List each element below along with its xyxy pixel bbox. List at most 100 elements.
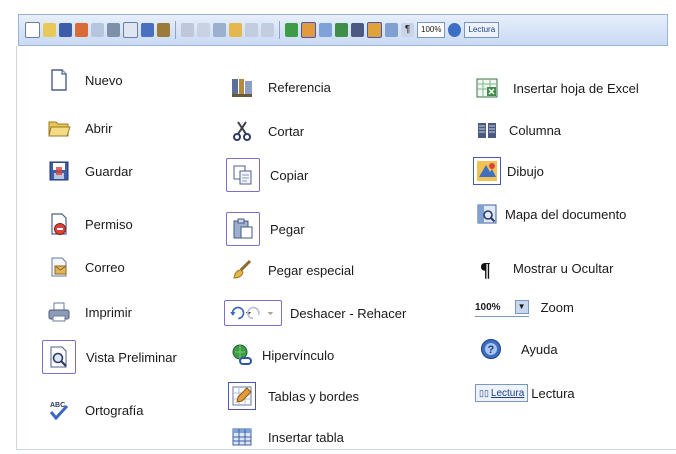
chevron-down-icon: ▼: [514, 300, 529, 314]
zoom-combobox[interactable]: 100%: [417, 22, 446, 38]
printer-icon: [45, 298, 73, 326]
help-icon[interactable]: [448, 23, 462, 37]
zoom-value: 100%: [475, 301, 501, 313]
legend-item-dibujo: Dibujo: [473, 157, 544, 185]
legend-label: Abrir: [85, 120, 113, 136]
columns-icon[interactable]: [351, 23, 364, 37]
print-preview-icon: [42, 340, 76, 374]
insert-table-icon[interactable]: [319, 23, 332, 37]
pilcrow-icon: ¶: [473, 254, 501, 282]
spelling-icon: ABC: [45, 396, 73, 424]
legend-label: Pegar especial: [268, 262, 354, 278]
lectura-button[interactable]: Lectura: [464, 22, 500, 38]
legend-item-pegar-especial: Pegar especial: [228, 256, 354, 284]
legend-item-correo: Correo: [45, 253, 125, 281]
copy-icon[interactable]: [197, 23, 210, 37]
open-folder-icon[interactable]: [43, 23, 56, 37]
legend-label: Ayuda: [521, 341, 558, 357]
legend-label: Mostrar u Ocultar: [513, 260, 614, 276]
hyperlink-icon: [228, 341, 256, 369]
columns-icon: [473, 116, 501, 144]
legend-item-guardar: Guardar: [45, 157, 133, 185]
pilcrow-icon[interactable]: ¶: [401, 23, 414, 37]
open-folder-icon: [45, 114, 73, 142]
legend-label: Insertar hoja de Excel: [513, 80, 639, 96]
reference-icon[interactable]: [157, 23, 170, 37]
book-icon: ▯▯: [479, 387, 489, 398]
legend-label: Deshacer - Rehacer: [290, 305, 407, 321]
mail-icon[interactable]: [91, 23, 104, 37]
legend-item-nuevo: Nuevo: [45, 66, 123, 94]
legend-item-cortar: Cortar: [228, 117, 304, 145]
printer-icon[interactable]: [107, 23, 120, 37]
legend-label: Pegar: [270, 221, 305, 237]
legend-label: Nuevo: [85, 72, 123, 88]
legend-label: Correo: [85, 259, 125, 275]
legend-item-insertar-tabla: Insertar tabla: [228, 423, 344, 451]
legend-label: Referencia: [268, 79, 331, 95]
spelling-icon[interactable]: [141, 23, 154, 37]
legend-label: Hipervínculo: [262, 347, 335, 363]
legend-item-ayuda: ? Ayuda: [477, 335, 558, 363]
scissors-icon: [228, 117, 256, 145]
legend-label: Lectura: [531, 385, 575, 401]
permission-icon: [45, 210, 73, 238]
frame-bottom-border: [16, 449, 676, 450]
insert-table-icon: [228, 423, 256, 451]
legend-item-pegar: Pegar: [226, 212, 305, 246]
brush-icon: [228, 256, 256, 284]
reference-icon: [228, 73, 256, 101]
permission-icon[interactable]: [75, 23, 88, 37]
legend-label: Mapa del documento: [505, 206, 627, 222]
undo-redo-icon: [224, 300, 282, 326]
svg-text:?: ?: [488, 344, 495, 356]
new-document-icon[interactable]: [25, 22, 40, 38]
legend-label: Cortar: [268, 123, 305, 139]
paste-icon: [226, 212, 260, 246]
legend-item-vista-preliminar: Vista Preliminar: [42, 340, 177, 374]
legend-label: Dibujo: [507, 163, 544, 179]
legend-item-referencia: Referencia: [228, 73, 331, 101]
legend-item-hipervinculo: Hipervínculo: [228, 341, 334, 369]
drawing-icon[interactable]: [367, 22, 382, 38]
undo-icon[interactable]: [245, 23, 258, 37]
excel-sheet-icon: [473, 74, 501, 102]
legend-label: Ortografía: [85, 402, 144, 418]
hyperlink-icon[interactable]: [285, 23, 298, 37]
standard-toolbar: ¶ 100% Lectura: [18, 14, 668, 46]
legend-item-abrir: Abrir: [45, 114, 112, 142]
legend-label: Zoom: [540, 300, 574, 315]
paste-icon[interactable]: [213, 23, 226, 37]
excel-sheet-icon[interactable]: [335, 23, 348, 37]
legend-item-columna: Columna: [473, 116, 561, 144]
tables-borders-icon[interactable]: [301, 22, 316, 38]
scissors-icon[interactable]: [181, 23, 194, 37]
svg-text:¶: ¶: [480, 259, 491, 280]
copy-icon: [226, 158, 260, 192]
legend-item-zoom: 100% ▼ Zoom: [475, 298, 574, 317]
legend-label: Columna: [509, 122, 562, 138]
save-disk-icon: [45, 157, 73, 185]
toolbar-separator: [279, 21, 280, 39]
legend-item-deshacer-rehacer: Deshacer - Rehacer: [224, 300, 406, 326]
new-document-icon: [45, 66, 73, 94]
legend-item-imprimir: Imprimir: [45, 298, 132, 326]
legend-item-insertar-hoja-excel: Insertar hoja de Excel: [473, 74, 639, 102]
redo-icon[interactable]: [261, 23, 274, 37]
document-map-icon[interactable]: [385, 23, 398, 37]
legend-label: Insertar tabla: [268, 429, 344, 445]
drawing-icon: [473, 157, 501, 185]
legend-item-tablas-y-bordes: Tablas y bordes: [228, 382, 359, 410]
legend-item-lectura: ▯▯ Lectura Lectura: [475, 384, 575, 402]
legend-label: Copiar: [270, 167, 309, 183]
reading-button-text: Lectura: [490, 387, 525, 399]
print-preview-icon[interactable]: [123, 22, 138, 38]
legend-label: Imprimir: [85, 304, 132, 320]
tables-borders-icon: [228, 382, 256, 410]
save-disk-icon[interactable]: [59, 23, 72, 37]
legend-item-ortografia: ABC Ortografía: [45, 396, 144, 424]
legend-label: Tablas y bordes: [268, 388, 360, 404]
legend-label: Vista Preliminar: [86, 349, 177, 365]
brush-icon[interactable]: [229, 23, 242, 37]
legend-label: Guardar: [85, 163, 133, 179]
